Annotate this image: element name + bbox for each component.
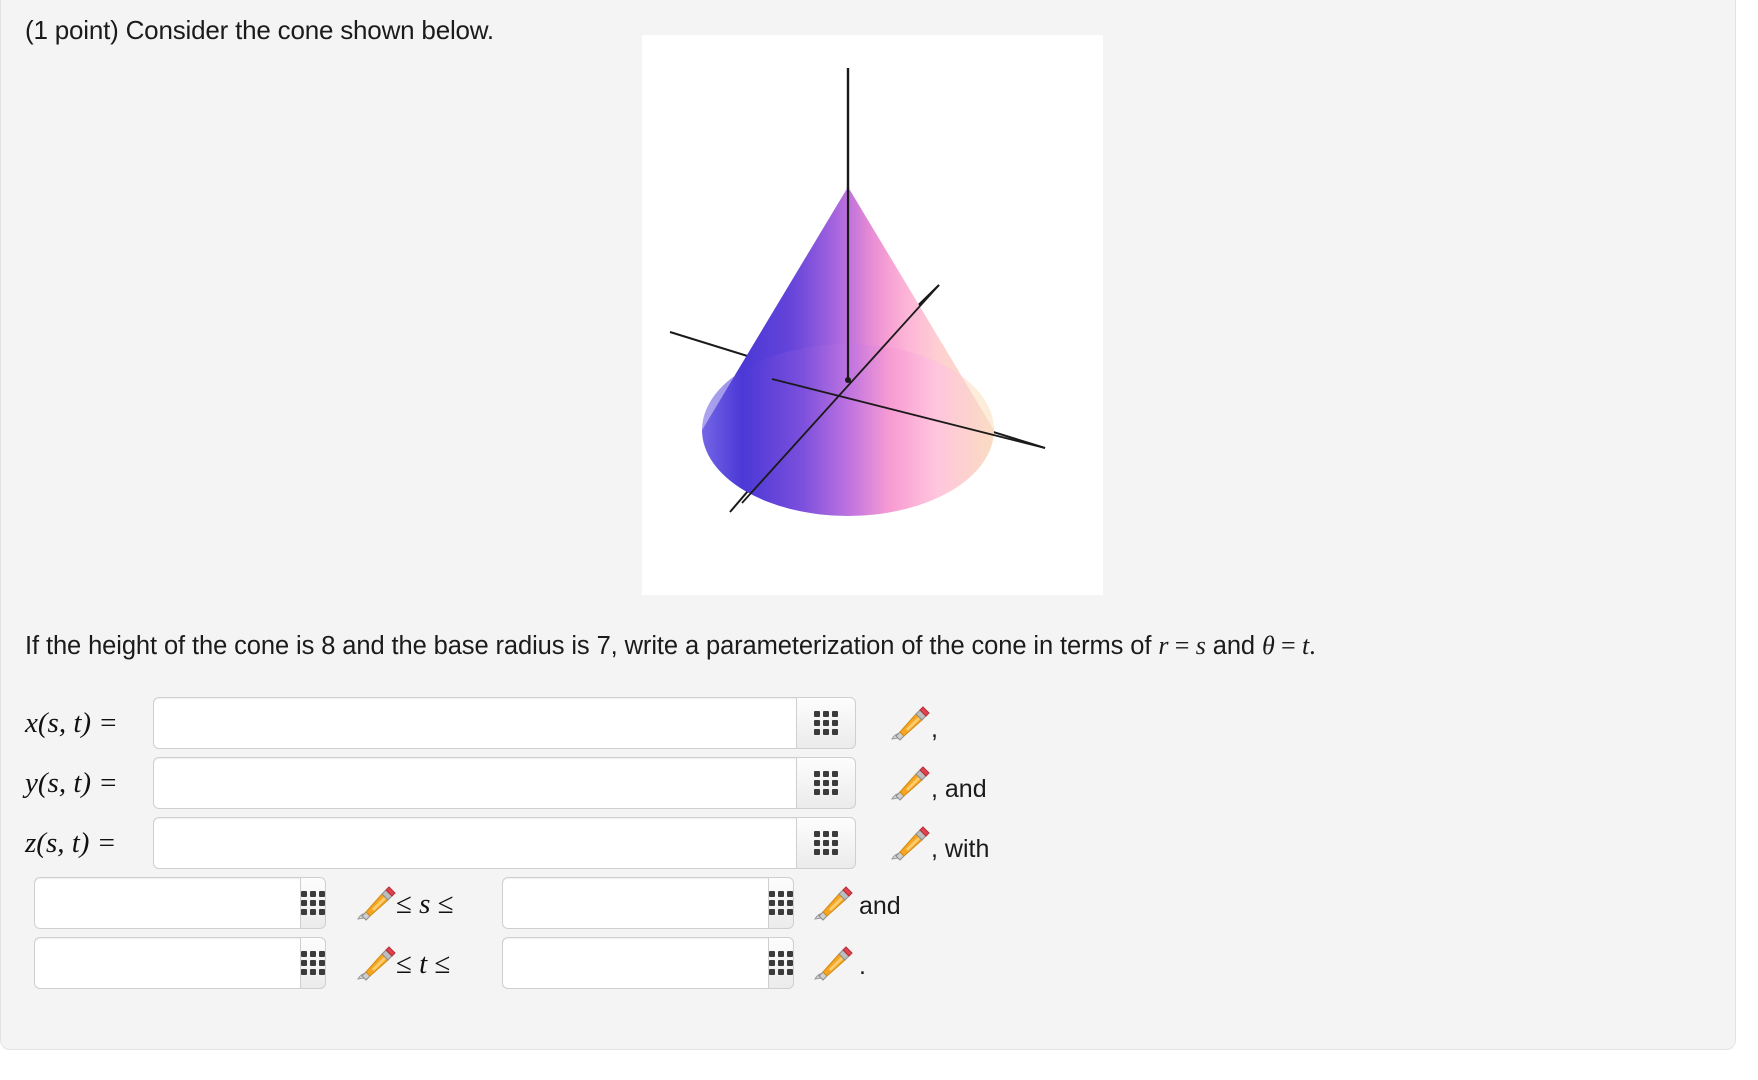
pencil-edit-icon-t-upper[interactable]	[808, 940, 854, 986]
grid-keypad-icon	[814, 711, 838, 735]
grid-keypad-icon	[301, 891, 325, 915]
axis-origin-dot	[845, 377, 851, 383]
tail-text-y: , and	[931, 775, 987, 803]
leq-right-t: ≤	[434, 948, 451, 980]
keypad-button-x[interactable]	[796, 697, 856, 749]
input-t-upper[interactable]	[502, 937, 768, 989]
field-group-y	[153, 757, 856, 809]
pencil-edit-icon-y[interactable]	[885, 760, 931, 806]
symbol-s: s	[1195, 631, 1206, 660]
inequality-t: ≤ t ≤	[396, 948, 450, 981]
input-s-upper[interactable]	[502, 877, 768, 929]
pencil-edit-icon-x[interactable]	[885, 700, 931, 746]
tail-text-s: and	[859, 892, 901, 920]
grid-keypad-icon	[769, 951, 793, 975]
field-group-t-upper	[502, 937, 794, 989]
keypad-button-z[interactable]	[796, 817, 856, 869]
symbol-theta: θ	[1261, 631, 1275, 660]
label-y-of-s-t: y(s, t) =	[25, 767, 118, 799]
leq-left-s: ≤	[396, 888, 412, 920]
tail-text-t: .	[859, 952, 866, 980]
question-text-part1: If the height of the cone is 8 and the b…	[25, 632, 1159, 660]
question-period: .	[1309, 631, 1316, 660]
question-text: If the height of the cone is 8 and the b…	[25, 631, 1316, 661]
tail-text-x: ,	[931, 715, 938, 743]
pencil-edit-icon-s-upper[interactable]	[808, 880, 854, 926]
pencil-edit-icon-s-lower[interactable]	[351, 880, 397, 926]
leq-right-s: ≤	[437, 888, 454, 920]
field-group-t-lower	[34, 937, 326, 989]
keypad-button-s-lower[interactable]	[300, 877, 326, 929]
label-z-of-s-t: z(s, t) =	[25, 827, 117, 859]
grid-keypad-icon	[814, 831, 838, 855]
symbol-r: r	[1158, 631, 1169, 660]
keypad-button-t-lower[interactable]	[300, 937, 326, 989]
input-y[interactable]	[153, 757, 796, 809]
input-s-lower[interactable]	[34, 877, 300, 929]
equals-1: =	[1168, 631, 1196, 660]
field-group-x	[153, 697, 856, 749]
equals-2: =	[1274, 631, 1303, 660]
cone-illustration	[669, 68, 1046, 516]
page-title: (1 point) Consider the cone shown below.	[25, 15, 494, 45]
keypad-button-t-upper[interactable]	[768, 937, 794, 989]
field-group-s-lower	[34, 877, 326, 929]
label-x-of-s-t: x(s, t) =	[25, 707, 118, 739]
leq-left-t: ≤	[396, 948, 412, 980]
cone-figure	[642, 35, 1103, 595]
var-t: t	[419, 948, 428, 980]
var-s: s	[419, 888, 431, 920]
grid-keypad-icon	[301, 951, 325, 975]
problem-page: (1 point) Consider the cone shown below.	[0, 0, 1758, 1080]
input-t-lower[interactable]	[34, 937, 300, 989]
inequality-s: ≤ s ≤	[396, 888, 454, 921]
problem-panel: (1 point) Consider the cone shown below.	[0, 0, 1736, 1050]
keypad-button-y[interactable]	[796, 757, 856, 809]
grid-keypad-icon	[814, 771, 838, 795]
keypad-button-s-upper[interactable]	[768, 877, 794, 929]
grid-keypad-icon	[769, 891, 793, 915]
field-group-z	[153, 817, 856, 869]
field-group-s-upper	[502, 877, 794, 929]
input-z[interactable]	[153, 817, 796, 869]
tail-text-z: , with	[931, 835, 990, 863]
pencil-edit-icon-z[interactable]	[885, 820, 931, 866]
input-x[interactable]	[153, 697, 796, 749]
question-conjunction: and	[1205, 632, 1262, 660]
pencil-edit-icon-t-lower[interactable]	[351, 940, 397, 986]
